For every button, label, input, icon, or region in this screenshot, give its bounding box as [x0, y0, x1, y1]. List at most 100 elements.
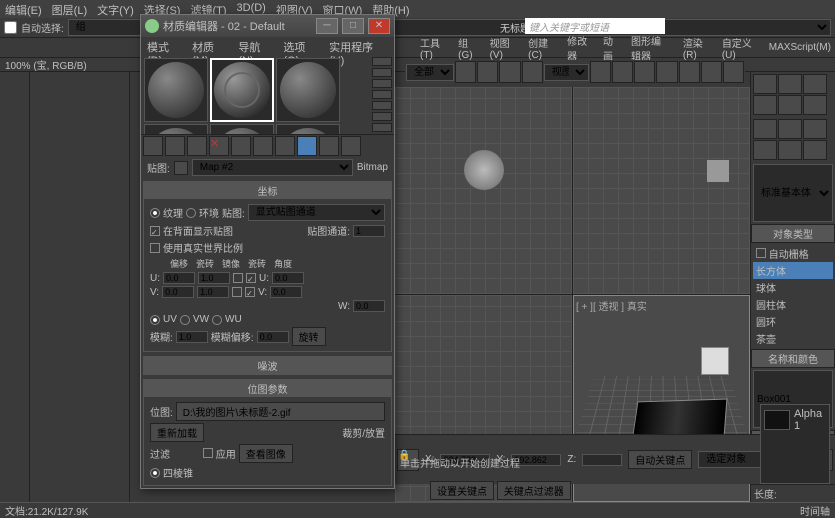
show-map-icon[interactable]	[297, 136, 317, 156]
dialog-titlebar[interactable]: 材质编辑器 - 02 - Default ─ □ ✕	[141, 15, 394, 37]
view-image-button[interactable]: 查看图像	[239, 444, 293, 463]
u-angle-spinner[interactable]	[272, 272, 304, 284]
options-icon[interactable]	[372, 123, 392, 132]
u-mirror-checkbox[interactable]	[233, 273, 243, 283]
create-tab-icon[interactable]	[753, 74, 777, 94]
map-type-label[interactable]: Bitmap	[357, 162, 388, 173]
render-button[interactable]	[723, 61, 744, 83]
delete-icon[interactable]: ✕	[209, 136, 229, 156]
texture-radio[interactable]	[150, 208, 160, 218]
display-tab-icon[interactable]	[778, 95, 802, 115]
dlg-menu-material[interactable]: 材质(M)	[192, 39, 230, 53]
minimize-button[interactable]: ─	[316, 18, 338, 34]
align-tool[interactable]	[656, 61, 677, 83]
torus-button[interactable]: 圆环	[753, 313, 833, 330]
menu-edit[interactable]: 编辑(E)	[5, 2, 42, 16]
map-channel-spinner[interactable]	[353, 225, 385, 237]
max-menu-customize[interactable]: 自定义(U)	[722, 35, 757, 61]
vw-radio[interactable]	[180, 315, 190, 325]
go-sibling-icon[interactable]	[341, 136, 361, 156]
max-menu-maxscript[interactable]: MAXScript(M)	[769, 42, 831, 53]
sample-slot-2[interactable]	[210, 58, 274, 122]
close-button[interactable]: ✕	[368, 18, 390, 34]
sample-slot-4[interactable]	[144, 124, 208, 134]
real-world-checkbox[interactable]	[150, 243, 160, 253]
make-unique-icon[interactable]	[253, 136, 273, 156]
blur-spinner[interactable]	[176, 331, 208, 343]
auto-select-checkbox[interactable]	[4, 21, 17, 34]
dlg-menu-options[interactable]: 选项(O)	[283, 39, 321, 53]
max-menu-views[interactable]: 视图(V)	[490, 35, 517, 61]
sample-slot-3[interactable]	[276, 58, 340, 122]
u-offset-spinner[interactable]	[163, 272, 195, 284]
v-mirror-checkbox[interactable]	[232, 287, 242, 297]
angle-snap-tool[interactable]	[612, 61, 633, 83]
viewport-top[interactable]	[395, 87, 572, 294]
reload-button[interactable]: 重新加载	[150, 423, 204, 442]
max-menu-modifiers[interactable]: 修改器	[567, 33, 591, 63]
max-menu-render[interactable]: 渲染(R)	[683, 35, 710, 61]
v-tile-checkbox[interactable]	[245, 287, 255, 297]
sample-slot-5[interactable]	[210, 124, 274, 134]
max-menu-animation[interactable]: 动画	[603, 33, 619, 63]
sphere-button[interactable]: 球体	[753, 279, 833, 296]
ref-coord-dropdown[interactable]: 视图	[544, 64, 589, 81]
uv-tiling-icon[interactable]	[372, 90, 392, 99]
cylinder-button[interactable]: 圆柱体	[753, 296, 833, 313]
sample-slot-1[interactable]	[144, 58, 208, 122]
video-check-icon[interactable]	[372, 101, 392, 110]
move-tool[interactable]	[477, 61, 498, 83]
auto-key-button[interactable]: 自动关键点	[628, 450, 692, 469]
modify-tab-icon[interactable]	[778, 74, 802, 94]
search-input[interactable]: 键入关键字或短语	[525, 18, 665, 34]
geometry-cat-icon[interactable]	[753, 119, 777, 139]
make-copy-icon[interactable]	[231, 136, 251, 156]
environ-radio[interactable]	[186, 208, 196, 218]
render-setup-button[interactable]	[701, 61, 722, 83]
space-warps-icon[interactable]	[803, 140, 827, 160]
apply-checkbox[interactable]	[203, 448, 213, 458]
u-tile-spinner[interactable]	[198, 272, 230, 284]
teapot-button[interactable]: 茶壶	[753, 330, 833, 347]
rotate-tool[interactable]	[499, 61, 520, 83]
menu-layer[interactable]: 图层(L)	[52, 2, 87, 16]
hierarchy-tab-icon[interactable]	[803, 74, 827, 94]
put-to-library-icon[interactable]	[275, 136, 295, 156]
uv-radio[interactable]	[150, 315, 160, 325]
get-material-icon[interactable]	[143, 136, 163, 156]
go-parent-icon[interactable]	[319, 136, 339, 156]
v-offset-spinner[interactable]	[162, 286, 194, 298]
pick-icon[interactable]	[174, 161, 188, 175]
max-menu-create[interactable]: 创建(C)	[528, 35, 555, 61]
cameras-cat-icon[interactable]	[753, 140, 777, 160]
box-button[interactable]: 长方体	[753, 262, 833, 279]
w-angle-spinner[interactable]	[353, 300, 385, 312]
viewport-front[interactable]	[573, 87, 750, 294]
selection-filter-dropdown[interactable]: 全部	[406, 64, 454, 81]
put-to-scene-icon[interactable]	[165, 136, 185, 156]
menu-text[interactable]: 文字(Y)	[97, 2, 134, 16]
maximize-button[interactable]: □	[342, 18, 364, 34]
assign-icon[interactable]	[187, 136, 207, 156]
name-color-rollout[interactable]: 名称和颜色	[751, 349, 835, 368]
max-menu-tools[interactable]: 工具(T)	[420, 35, 446, 61]
scale-tool[interactable]	[522, 61, 543, 83]
utilities-tab-icon[interactable]	[803, 95, 827, 115]
bitmap-params-rollout-header[interactable]: 位图参数	[144, 380, 391, 397]
coords-rollout-header[interactable]: 坐标	[144, 182, 391, 199]
set-key-button[interactable]: 设置关键点 关键点过滤器	[430, 481, 571, 500]
v-angle-spinner[interactable]	[270, 286, 302, 298]
max-menu-group[interactable]: 组(G)	[458, 35, 477, 61]
rotate-button[interactable]: 旋转	[292, 327, 326, 346]
max-menu-graph[interactable]: 图形编辑器	[631, 33, 671, 63]
dlg-menu-nav[interactable]: 导航(N)	[238, 39, 275, 53]
shapes-cat-icon[interactable]	[778, 119, 802, 139]
alpha-thumbnail[interactable]	[764, 410, 790, 430]
lights-cat-icon[interactable]	[803, 119, 827, 139]
material-editor-button[interactable]	[679, 61, 700, 83]
object-type-rollout[interactable]: 对象类型	[751, 224, 835, 243]
v-tile-spinner[interactable]	[197, 286, 229, 298]
mapping-dropdown[interactable]: 显式贴图通道	[248, 204, 385, 221]
show-back-checkbox[interactable]	[150, 226, 160, 236]
noise-rollout-header[interactable]: 噪波	[144, 357, 391, 374]
